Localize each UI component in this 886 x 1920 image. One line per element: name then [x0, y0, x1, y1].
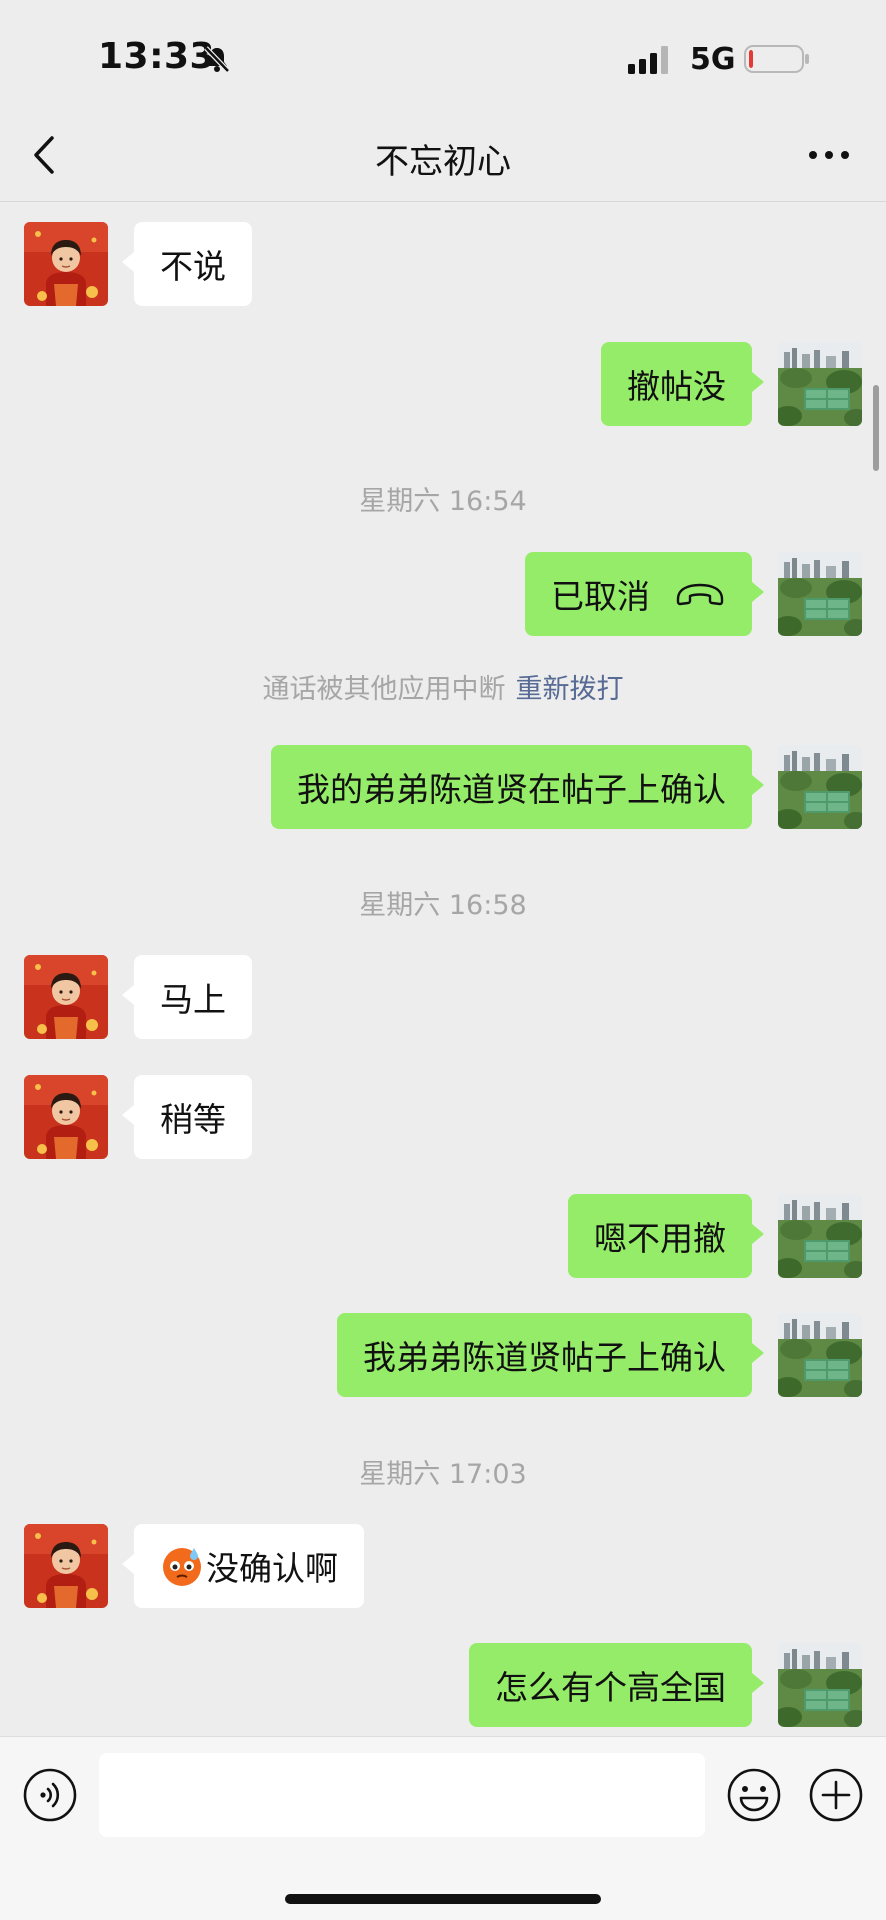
my-avatar[interactable]: [778, 552, 862, 636]
contact-avatar[interactable]: [24, 222, 108, 306]
contact-avatar[interactable]: [24, 955, 108, 1039]
emoji-icon[interactable]: [726, 1767, 782, 1823]
my-avatar[interactable]: [778, 1313, 862, 1397]
message-text: 马上: [160, 980, 226, 1019]
redial-link[interactable]: 重新拨打: [516, 674, 624, 705]
message-bubble[interactable]: 马上: [122, 955, 252, 1039]
message-input[interactable]: [99, 1753, 705, 1837]
message-text: 怎么有个高全国: [495, 1668, 726, 1707]
message-text: 稍等: [160, 1100, 226, 1139]
message-row: 我的弟弟陈道贤在帖子上确认: [0, 745, 886, 829]
message-bubble[interactable]: 我弟弟陈道贤帖子上确认: [337, 1313, 764, 1397]
contact-avatar[interactable]: [24, 1524, 108, 1608]
message-row: 怎么有个高全国: [0, 1643, 886, 1727]
contact-avatar[interactable]: [24, 1075, 108, 1159]
my-avatar[interactable]: [778, 342, 862, 426]
plus-icon[interactable]: [808, 1767, 864, 1823]
status-bar: 13:33 5G: [0, 0, 886, 110]
message-row: 马上: [0, 955, 886, 1039]
message-bubble[interactable]: 嗯不用撤: [568, 1194, 764, 1278]
message-row: 嗯不用撤: [0, 1194, 886, 1278]
my-avatar[interactable]: [778, 1643, 862, 1727]
message-text: 撤帖没: [627, 367, 726, 406]
my-avatar[interactable]: [778, 1194, 862, 1278]
message-row: 稍等: [0, 1075, 886, 1159]
message-bubble[interactable]: 不说: [122, 222, 252, 306]
message-row: 我弟弟陈道贤帖子上确认: [0, 1313, 886, 1397]
call-bubble[interactable]: 已取消: [525, 552, 764, 636]
timestamp: 星期六 17:03: [359, 1459, 527, 1490]
status-time: 13:33: [98, 36, 216, 77]
message-text: 嗯不用撤: [594, 1219, 726, 1258]
call-status-text: 已取消: [551, 577, 650, 616]
message-bubble[interactable]: 撤帖没: [601, 342, 764, 426]
input-bar: [0, 1736, 886, 1920]
message-text: 我弟弟陈道贤帖子上确认: [363, 1338, 726, 1377]
message-bubble[interactable]: 没确认啊: [122, 1524, 364, 1608]
message-row: 已取消: [0, 552, 886, 636]
sweat-face-emoji-icon: [163, 1548, 201, 1586]
message-bubble[interactable]: 稍等: [122, 1075, 252, 1159]
home-indicator[interactable]: [285, 1894, 601, 1904]
signal-bars-icon: [628, 46, 668, 74]
message-row: 没确认啊: [0, 1524, 886, 1608]
chat-screen: 13:33 5G 不忘初心 不说 撤帖没 星期六 16:54 已取消 通话被其他…: [0, 0, 886, 1920]
voice-icon[interactable]: [22, 1767, 78, 1823]
bell-slash-icon: [204, 46, 230, 73]
message-bubble[interactable]: 怎么有个高全国: [469, 1643, 764, 1727]
message-bubble[interactable]: 我的弟弟陈道贤在帖子上确认: [271, 745, 764, 829]
my-avatar[interactable]: [778, 745, 862, 829]
scrollbar[interactable]: [873, 385, 879, 471]
chat-title: 不忘初心: [375, 142, 511, 182]
hangup-phone-icon: [676, 583, 724, 606]
call-interrupted-note: 通话被其他应用中断 重新拨打: [0, 667, 886, 706]
message-text: 不说: [160, 247, 226, 286]
ellipsis-icon[interactable]: [806, 138, 852, 172]
message-text: 没确认啊: [206, 1549, 338, 1588]
system-note-text: 通话被其他应用中断: [262, 674, 506, 705]
message-text: 我的弟弟陈道贤在帖子上确认: [297, 770, 726, 809]
network-label: 5G: [690, 42, 736, 77]
message-row: 撤帖没: [0, 342, 886, 426]
battery-icon: [744, 45, 809, 73]
nav-bar: 不忘初心: [0, 110, 886, 202]
timestamp: 星期六 16:58: [359, 890, 527, 921]
timestamp: 星期六 16:54: [359, 486, 527, 517]
message-row: 不说: [0, 222, 886, 306]
